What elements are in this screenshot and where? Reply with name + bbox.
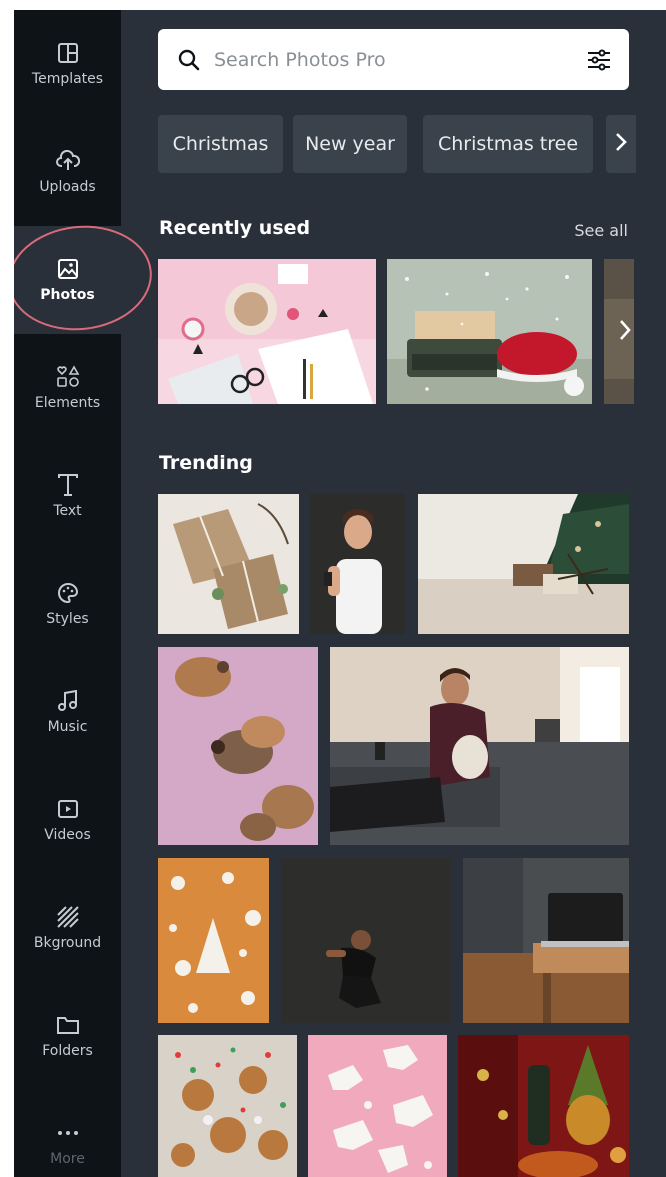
sidebar-item-videos[interactable]: Videos (14, 766, 121, 874)
sidebar-item-templates[interactable]: Templates (14, 10, 121, 118)
background-pattern-icon (56, 905, 80, 929)
sidebar-item-label: Elements (34, 395, 101, 411)
trending-photo-woman-phone[interactable] (310, 494, 405, 634)
image-icon (56, 257, 80, 281)
trending-photo-christmas-tree-room[interactable] (418, 494, 629, 634)
sidebar-item-label: Uploads (39, 179, 96, 195)
sidebar-item-more[interactable]: More (14, 1090, 121, 1177)
sidebar-item-music[interactable]: Music (14, 658, 121, 766)
trending-photo-laptop-table[interactable] (463, 858, 629, 1023)
trending-photo-man-couch-phone[interactable] (330, 647, 629, 845)
sidebar-item-label: Styles (46, 611, 89, 627)
chip-new-year[interactable]: New year (293, 115, 407, 173)
chevron-right-icon (615, 132, 627, 156)
sidebar-item-elements[interactable]: Elements (14, 334, 121, 442)
chips-next-button[interactable] (606, 115, 636, 173)
upload-cloud-icon (55, 149, 80, 173)
trending-photo-reindeer-pink[interactable] (308, 1035, 447, 1177)
sidebar-item-styles[interactable]: Styles (14, 550, 121, 658)
trending-photo-gingerbread-cookies[interactable] (158, 1035, 297, 1177)
chevron-right-icon (619, 319, 631, 345)
sidebar-item-label: Videos (44, 827, 91, 843)
templates-icon (56, 41, 80, 65)
shapes-icon (56, 365, 80, 389)
search-input[interactable] (212, 47, 585, 72)
trending-photo-wrapped-gifts[interactable] (158, 494, 299, 634)
see-all-link[interactable]: See all (574, 221, 628, 240)
search-bar[interactable] (158, 29, 629, 90)
sidebar-item-label: Music (47, 719, 88, 735)
folder-icon (56, 1013, 80, 1037)
sidebar-item-label: Text (53, 503, 82, 519)
palette-icon (56, 581, 80, 605)
sidebar-item-label: More (50, 1151, 85, 1167)
trending-title: Trending (159, 452, 253, 474)
recent-next-button[interactable] (612, 302, 638, 362)
text-icon (56, 473, 80, 497)
sidebar-item-bkground[interactable]: Bkground (14, 874, 121, 982)
recent-photo-typewriter-santa-hat[interactable] (387, 259, 592, 404)
chip-christmas-tree[interactable]: Christmas tree (423, 115, 593, 173)
sidebar-item-label: Bkground (33, 935, 102, 951)
trending-photo-white-ornaments[interactable] (158, 858, 269, 1023)
chip-christmas[interactable]: Christmas (158, 115, 283, 173)
sidebar-item-label: Folders (42, 1043, 93, 1059)
more-dots-icon (56, 1121, 80, 1145)
filter-sliders-icon[interactable] (585, 46, 613, 74)
trending-photo-puppies[interactable] (158, 647, 318, 845)
sidebar-item-uploads[interactable]: Uploads (14, 118, 121, 226)
search-icon (178, 49, 200, 71)
sidebar: Templates Uploads Photos Elements Text S… (14, 10, 121, 1177)
sidebar-item-photos[interactable]: Photos (14, 226, 121, 334)
sidebar-item-folders[interactable]: Folders (14, 982, 121, 1090)
photos-panel-app: Templates Uploads Photos Elements Text S… (14, 10, 666, 1177)
recent-photo-desk-flatlay[interactable] (158, 259, 376, 404)
sidebar-item-text[interactable]: Text (14, 442, 121, 550)
sidebar-item-label: Templates (31, 71, 104, 87)
video-play-icon (56, 797, 80, 821)
recently-used-title: Recently used (159, 217, 311, 239)
sidebar-item-label: Photos (40, 287, 95, 303)
trending-photo-woman-exercise[interactable] (281, 858, 451, 1023)
music-note-icon (56, 689, 80, 713)
trending-photo-festive-table[interactable] (458, 1035, 629, 1177)
